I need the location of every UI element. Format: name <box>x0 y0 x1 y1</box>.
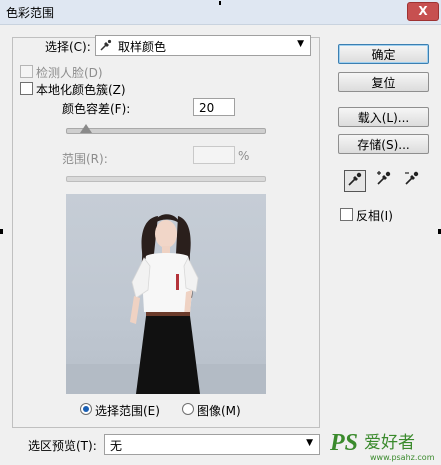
selection-preview-dropdown[interactable]: 无 ▼ <box>104 434 320 455</box>
invert-checkbox[interactable] <box>340 208 353 221</box>
svg-text:www.psahz.com: www.psahz.com <box>370 453 435 462</box>
save-button[interactable]: 存储(S)... <box>338 134 429 154</box>
model-photo <box>66 214 266 394</box>
ok-button[interactable]: 确定 <box>338 44 429 64</box>
detect-faces-checkbox[interactable] <box>20 65 33 78</box>
select-value: 取样颜色 <box>118 40 167 54</box>
fuzziness-label: 颜色容差(F): <box>62 102 131 116</box>
invert-label: 反相(I) <box>356 209 393 223</box>
range-unit: % <box>238 149 250 163</box>
range-input[interactable] <box>193 146 235 164</box>
fuzziness-slider-thumb[interactable] <box>79 124 92 133</box>
select-label: 选择(C): <box>45 40 91 54</box>
watermark-logo: PS 爱好者 www.psahz.com <box>329 430 435 462</box>
load-button[interactable]: 载入(L)... <box>338 107 429 127</box>
localized-clusters-checkbox[interactable] <box>20 82 33 95</box>
watermark: PS 爱好者 www.psahz.com <box>329 428 440 462</box>
range-label: 范围(R): <box>62 152 108 166</box>
detect-faces-label: 检测人脸(D) <box>36 66 103 80</box>
preview-image[interactable] <box>66 194 266 394</box>
selection-radio-label: 选择范围(E) <box>95 404 160 418</box>
image-radio[interactable] <box>182 403 194 415</box>
chevron-down-icon: ▼ <box>306 438 313 448</box>
close-button[interactable]: X <box>407 2 439 21</box>
svg-text:爱好者: 爱好者 <box>364 433 415 453</box>
edge-marker-top <box>219 1 221 5</box>
eyedropper-icon[interactable] <box>344 170 366 192</box>
eyedropper-minus-icon[interactable] <box>401 170 423 192</box>
select-dropdown[interactable]: 取样颜色 ▼ <box>95 35 311 56</box>
eyedropper-small-icon <box>100 39 112 54</box>
localized-clusters-label: 本地化颜色簇(Z) <box>36 83 126 97</box>
image-radio-label: 图像(M) <box>197 404 241 418</box>
eyedropper-plus-icon[interactable] <box>373 170 395 192</box>
fuzziness-input[interactable]: 20 <box>193 98 235 116</box>
selection-preview-label: 选区预览(T): <box>28 439 97 453</box>
dialog-title: 色彩范围 <box>6 6 55 20</box>
edge-marker-left <box>0 229 3 234</box>
range-slider-track <box>66 176 266 182</box>
selection-preview-value: 无 <box>110 439 123 453</box>
selection-radio[interactable] <box>80 403 92 415</box>
chevron-down-icon: ▼ <box>297 39 304 49</box>
close-icon: X <box>418 4 428 18</box>
svg-text:PS: PS <box>330 430 358 456</box>
reset-button[interactable]: 复位 <box>338 72 429 92</box>
fuzziness-slider-track[interactable] <box>66 128 266 134</box>
